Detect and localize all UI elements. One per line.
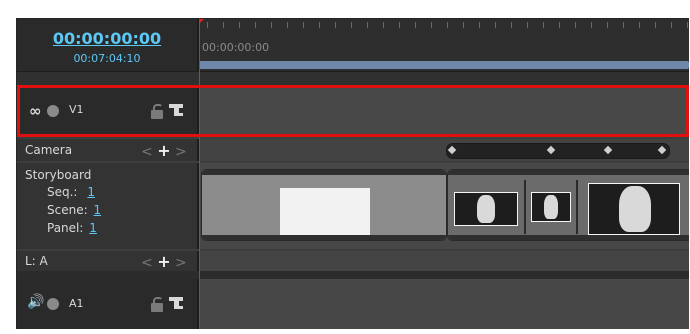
current-timecode[interactable]: 00:00:00:00 (17, 29, 197, 48)
layer-nav-controls: < + > (141, 252, 187, 271)
track-name-storyboard: Storyboard (25, 168, 92, 182)
panel-link[interactable]: 1 (89, 221, 97, 235)
ruler-tick (639, 22, 640, 28)
ruler-tick (463, 22, 464, 28)
mute-circle-icon[interactable] (47, 298, 59, 310)
layer-add-button[interactable]: + (157, 252, 170, 271)
ruler-tick (319, 22, 320, 28)
clip-bottom-bar (202, 235, 446, 240)
camera-add-button[interactable]: + (157, 141, 170, 160)
ruler-start-time: 00:00:00:00 (202, 41, 270, 54)
storyboard-clip-selected[interactable] (201, 169, 447, 241)
clip-top-bar (448, 170, 689, 175)
track-head-layer[interactable]: L: A < + > (17, 251, 199, 271)
total-duration: 00:07:04:10 (73, 52, 141, 65)
ruler-tick (607, 22, 608, 28)
ruler-tick (527, 22, 528, 28)
character-face (619, 186, 651, 232)
keyframe-icon[interactable] (603, 145, 613, 155)
keyframe-icon[interactable] (546, 145, 556, 155)
panel-label: Panel: (47, 221, 84, 235)
track-name-camera: Camera (25, 143, 73, 157)
character-face (544, 195, 558, 219)
lock-icon[interactable] (151, 297, 163, 312)
ruler-tick (591, 22, 592, 28)
ruler-tick (479, 22, 480, 28)
ruler-tick (367, 22, 368, 28)
ruler-tick (495, 22, 496, 28)
scene-label: Scene: (47, 203, 88, 217)
track-head-storyboard[interactable]: Storyboard Seq.: 1 Scene: 1 Panel: 1 (17, 163, 199, 249)
ruler-tick (575, 22, 576, 28)
ruler-tick (543, 22, 544, 28)
layer-prev-button[interactable]: < (141, 255, 153, 271)
track-name-a1: A1 (69, 297, 84, 310)
panel-row: Panel: 1 (47, 221, 97, 235)
ruler-tick (687, 22, 688, 28)
playhead-line[interactable] (199, 19, 200, 329)
v1-highlight-annotation (17, 85, 689, 137)
seq-link[interactable]: 1 (87, 185, 95, 199)
scene-link[interactable]: 1 (93, 203, 101, 217)
clip-bottom-bar (448, 235, 689, 240)
character-image (588, 183, 680, 235)
ruler-tick (351, 22, 352, 28)
blank-panel-thumbnail (280, 188, 370, 236)
character-face (477, 195, 495, 223)
timeline-panel: 00:00:00:00 00:07:04:10 00:00:00:00 ∞ V1… (16, 18, 689, 329)
ruler-range-bar[interactable] (199, 61, 689, 69)
character-image (531, 192, 571, 222)
track-lane-storyboard[interactable] (199, 163, 689, 249)
ruler-tick (415, 22, 416, 28)
ruler-tick (431, 22, 432, 28)
camera-prev-button[interactable]: < (141, 144, 153, 160)
track-lane-layer[interactable] (199, 251, 689, 271)
ruler-tick (239, 22, 240, 28)
ruler-tick (671, 22, 672, 28)
ruler-tick (559, 22, 560, 28)
track-head-a1[interactable]: 🔊 A1 (17, 279, 199, 329)
character-image (454, 192, 518, 226)
keyframe-icon[interactable] (447, 145, 457, 155)
panel-thumbnail-3[interactable] (578, 180, 689, 235)
ruler-tick (255, 22, 256, 28)
storyboard-clip[interactable] (447, 169, 689, 241)
ruler-tick (399, 22, 400, 28)
ruler-ticks (199, 22, 689, 30)
clip-top-bar (202, 170, 446, 175)
track-lane-a1[interactable] (199, 279, 689, 329)
track-head-camera[interactable]: Camera < + > (17, 139, 199, 161)
panel-thumbnail-1[interactable] (448, 180, 526, 234)
ruler-tick (207, 22, 208, 28)
ruler-tick (447, 22, 448, 28)
camera-clip[interactable] (446, 143, 670, 159)
camera-next-button[interactable]: > (175, 144, 187, 160)
scene-row: Scene: 1 (47, 203, 101, 217)
seq-row: Seq.: 1 (47, 185, 95, 199)
layer-next-button[interactable]: > (175, 255, 187, 271)
ruler-tick (287, 22, 288, 28)
speaker-icon[interactable]: 🔊 (27, 294, 44, 310)
camera-nav-controls: < + > (141, 141, 187, 160)
track-tool-icon[interactable] (169, 296, 183, 310)
ruler-tick (271, 22, 272, 28)
header-separator (17, 72, 689, 85)
ruler-tick (223, 22, 224, 28)
ruler-tick (303, 22, 304, 28)
ruler-tick (511, 22, 512, 28)
ruler-tick (383, 22, 384, 28)
keyframe-icon[interactable] (657, 145, 667, 155)
time-ruler[interactable]: 00:00:00:00 (199, 19, 689, 72)
audio-separator (17, 271, 689, 279)
ruler-tick (655, 22, 656, 28)
panel-thumbnail-2[interactable] (526, 180, 578, 234)
timecode-box: 00:00:00:00 00:07:04:10 (17, 19, 199, 72)
ruler-tick (623, 22, 624, 28)
layer-label: L: A (25, 254, 48, 268)
track-lane-camera[interactable] (199, 139, 689, 161)
ruler-tick (335, 22, 336, 28)
seq-label: Seq.: (47, 185, 78, 199)
